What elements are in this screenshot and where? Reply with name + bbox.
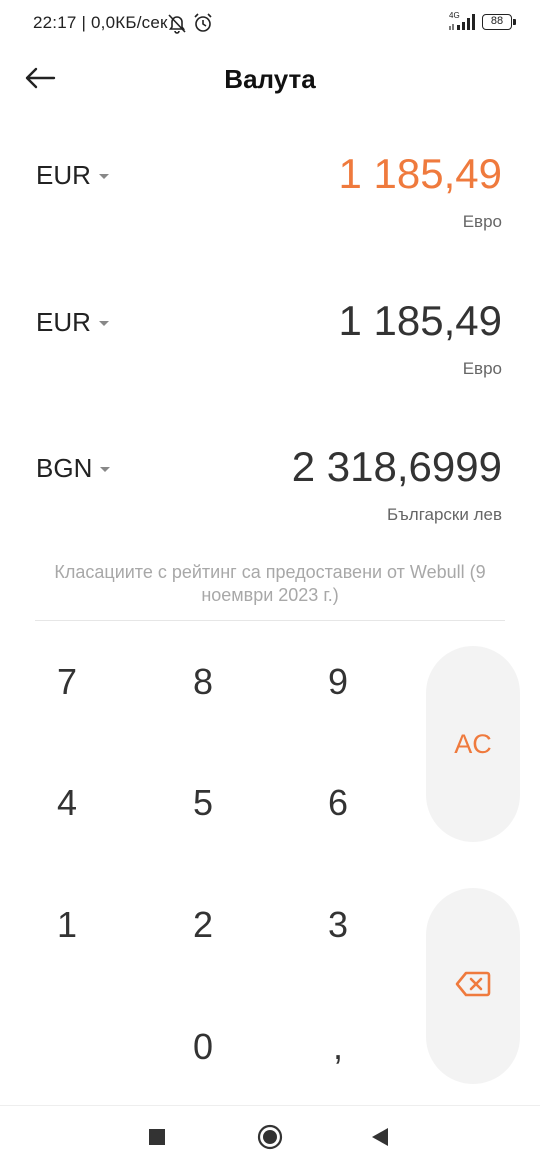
currency-code: BGN: [36, 453, 93, 483]
status-notification-icons: [167, 12, 213, 39]
caret-down-icon: [100, 467, 111, 472]
currency-selector-1[interactable]: EUR: [36, 160, 109, 191]
status-time-speed: 22:17 | 0,0КБ/сек: [33, 13, 168, 32]
nav-back-button[interactable]: [360, 1122, 400, 1156]
currency-code: EUR: [36, 307, 91, 337]
key-decimal[interactable]: ,: [283, 1002, 393, 1092]
currency-amount[interactable]: 1 185,49: [339, 150, 503, 198]
divider: [35, 620, 505, 621]
currency-converter-screen: 22:17 | 0,0КБ/сек 4G 88 Валута EUR 1 185…: [0, 0, 540, 1170]
status-bar: 22:17 | 0,0КБ/сек 4G 88: [0, 0, 540, 48]
backspace-button[interactable]: [426, 888, 520, 1084]
battery-indicator: 88: [482, 14, 516, 30]
currency-row-1[interactable]: EUR 1 185,49 Евро: [0, 150, 540, 280]
key-8[interactable]: 8: [148, 637, 258, 727]
currency-selector-3[interactable]: BGN: [36, 453, 111, 484]
bell-off-icon: [167, 12, 187, 39]
status-system-icons: 4G 88: [448, 11, 516, 32]
currency-amount[interactable]: 2 318,6999: [292, 443, 502, 491]
currency-selector-2[interactable]: EUR: [36, 307, 109, 338]
key-7[interactable]: 7: [12, 637, 122, 727]
key-5[interactable]: 5: [148, 758, 258, 848]
recent-apps-button[interactable]: [137, 1122, 177, 1156]
key-6[interactable]: 6: [283, 758, 393, 848]
clear-all-button[interactable]: AC: [426, 646, 520, 842]
square-icon: [148, 1128, 166, 1151]
system-navigation-bar: [0, 1105, 540, 1170]
key-4[interactable]: 4: [12, 758, 122, 848]
triangle-left-icon: [371, 1127, 389, 1152]
key-9[interactable]: 9: [283, 637, 393, 727]
key-2[interactable]: 2: [148, 880, 258, 970]
caret-down-icon: [98, 174, 109, 179]
currency-amount[interactable]: 1 185,49: [339, 297, 503, 345]
caret-down-icon: [98, 321, 109, 326]
clear-all-label: AC: [454, 728, 492, 759]
page-title: Валута: [224, 64, 316, 94]
rates-attribution: Класациите с рейтинг са предоставени от …: [54, 562, 486, 605]
currency-row-2[interactable]: EUR 1 185,49 Евро: [0, 297, 540, 427]
key-3[interactable]: 3: [283, 880, 393, 970]
currency-row-3[interactable]: BGN 2 318,6999 Български лев: [0, 443, 540, 573]
app-header: Валута: [0, 48, 540, 112]
currency-name: Евро: [462, 212, 502, 231]
key-0[interactable]: 0: [148, 1002, 258, 1092]
key-1[interactable]: 1: [12, 880, 122, 970]
currency-name: Български лев: [387, 505, 502, 524]
backspace-icon: [455, 971, 491, 1002]
alarm-icon: [193, 12, 213, 39]
home-button[interactable]: [250, 1122, 290, 1156]
signal-icon: 4G: [448, 11, 478, 32]
circle-icon: [257, 1124, 283, 1155]
currency-code: EUR: [36, 160, 91, 190]
currency-name: Евро: [462, 359, 502, 378]
